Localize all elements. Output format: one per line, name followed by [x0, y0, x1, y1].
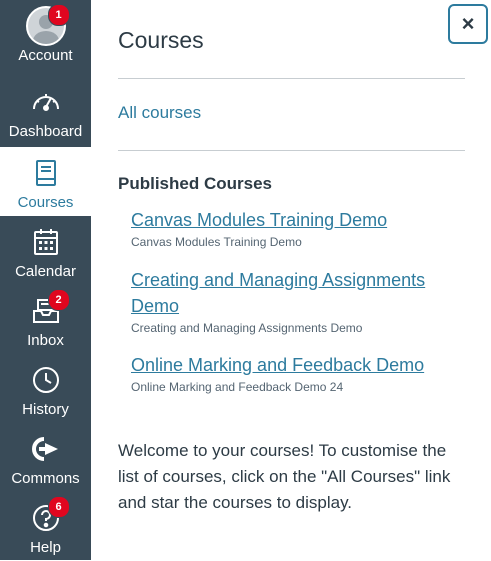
divider — [118, 78, 465, 79]
help-icon-wrap: 6 — [26, 496, 70, 536]
nav-item-inbox[interactable]: 2 Inbox — [0, 285, 91, 354]
divider — [118, 150, 465, 151]
help-badge: 6 — [47, 496, 70, 518]
published-courses-heading: Published Courses — [118, 174, 272, 193]
nav-label-help: Help — [30, 539, 61, 556]
nav-item-history[interactable]: History — [0, 354, 91, 423]
all-courses-link[interactable]: All courses — [118, 103, 201, 123]
course-subtitle: Canvas Modules Training Demo — [131, 235, 302, 249]
nav-label-calendar: Calendar — [15, 263, 76, 280]
global-nav-sidebar: 1 Account Dashboard Courses Calendar 2 I… — [0, 0, 91, 560]
account-badge: 1 — [47, 4, 70, 26]
calendar-icon — [26, 224, 66, 260]
courses-icon — [26, 155, 66, 191]
nav-item-account[interactable]: 1 Account — [0, 0, 91, 69]
nav-label-account: Account — [18, 47, 73, 64]
nav-label-history: History — [22, 401, 69, 418]
course-item: Canvas Modules Training Demo Canvas Modu… — [131, 207, 461, 249]
course-link[interactable]: Creating and Managing Assignments Demo — [131, 267, 431, 319]
course-link[interactable]: Canvas Modules Training Demo — [131, 207, 461, 233]
history-icon — [26, 362, 66, 398]
nav-label-inbox: Inbox — [27, 332, 64, 349]
nav-item-help[interactable]: 6 Help — [0, 492, 91, 561]
welcome-message: Welcome to your courses! To customise th… — [118, 441, 451, 512]
nav-item-dashboard[interactable]: Dashboard — [0, 76, 91, 145]
nav-item-calendar[interactable]: Calendar — [0, 216, 91, 285]
nav-item-courses[interactable]: Courses — [0, 147, 91, 216]
account-icon-wrap: 1 — [25, 4, 70, 46]
dashboard-icon — [26, 84, 66, 120]
nav-label-dashboard: Dashboard — [8, 123, 83, 140]
inbox-badge: 2 — [47, 289, 70, 311]
close-icon: × — [461, 11, 475, 36]
tray-title: Courses — [118, 27, 204, 53]
nav-label-courses: Courses — [17, 194, 74, 211]
course-item: Online Marking and Feedback Demo Online … — [131, 352, 461, 394]
course-link[interactable]: Online Marking and Feedback Demo — [131, 352, 461, 378]
inbox-icon-wrap: 2 — [26, 289, 70, 329]
close-tray-button[interactable]: × — [448, 4, 488, 44]
nav-item-commons[interactable]: Commons — [0, 423, 91, 492]
commons-icon — [26, 431, 66, 467]
course-subtitle: Online Marking and Feedback Demo 24 — [131, 380, 344, 394]
course-item: Creating and Managing Assignments Demo C… — [131, 267, 431, 335]
course-subtitle: Creating and Managing Assignments Demo — [131, 321, 363, 335]
nav-label-commons: Commons — [11, 470, 80, 487]
